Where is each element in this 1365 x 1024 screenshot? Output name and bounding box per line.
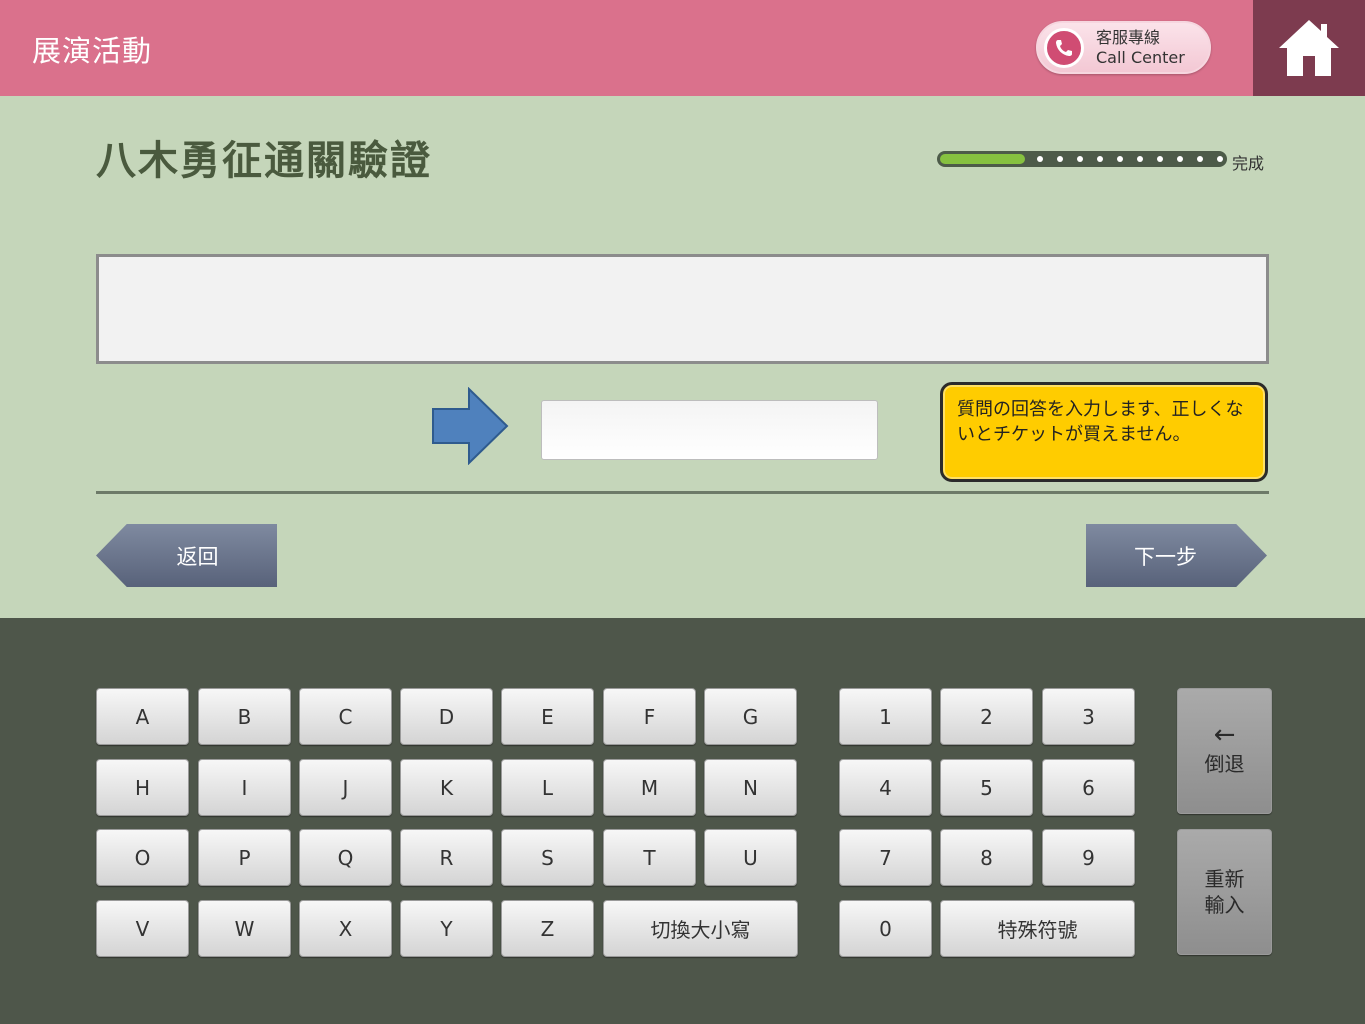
key-y[interactable]: Y [400,900,493,957]
key-u[interactable]: U [704,829,797,886]
key-q[interactable]: Q [299,829,392,886]
reset-input-key[interactable]: 重新輸入 [1177,829,1272,955]
key-b[interactable]: B [198,688,291,745]
key-v[interactable]: V [96,900,189,957]
key-2[interactable]: 2 [940,688,1033,745]
key-s[interactable]: S [501,829,594,886]
progress-steps [1037,156,1223,162]
on-screen-keyboard: A B C D E F G H I J K L M N O P Q R S T … [0,618,1365,1024]
progress-fill [940,154,1025,164]
key-h[interactable]: H [96,759,189,816]
call-center-label-en: Call Center [1096,48,1185,67]
backspace-arrow-icon: ← [1213,720,1236,750]
special-symbols-key[interactable]: 特殊符號 [940,900,1135,957]
key-x[interactable]: X [299,900,392,957]
key-c[interactable]: C [299,688,392,745]
header-title: 展演活動 [32,34,153,68]
key-m[interactable]: M [603,759,696,816]
key-d[interactable]: D [400,688,493,745]
progress-bar [937,151,1227,167]
toggle-case-key[interactable]: 切換大小寫 [603,900,798,957]
hint-callout: 質問の回答を入力します、正しくないとチケットが買えません。 [940,382,1268,482]
key-t[interactable]: T [603,829,696,886]
key-0[interactable]: 0 [839,900,932,957]
call-center-button[interactable]: 客服專線 Call Center [1036,21,1211,74]
key-f[interactable]: F [603,688,696,745]
progress-label: 完成 [1232,154,1265,173]
key-z[interactable]: Z [501,900,594,957]
next-button[interactable]: 下一步 [1086,524,1267,587]
phone-icon [1044,28,1084,68]
key-g[interactable]: G [704,688,797,745]
key-p[interactable]: P [198,829,291,886]
key-5[interactable]: 5 [940,759,1033,816]
backspace-label: 倒退 [1204,752,1245,776]
key-r[interactable]: R [400,829,493,886]
answer-input[interactable] [541,400,878,460]
backspace-key[interactable]: ← 倒退 [1177,688,1272,814]
key-e[interactable]: E [501,688,594,745]
key-o[interactable]: O [96,829,189,886]
home-button[interactable] [1253,0,1365,96]
call-center-label-zh: 客服專線 [1096,28,1161,47]
key-l[interactable]: L [501,759,594,816]
key-n[interactable]: N [704,759,797,816]
header-bar: 展演活動 客服專線 Call Center [0,0,1365,96]
key-9[interactable]: 9 [1042,829,1135,886]
page-title: 八木勇征通關驗證 [96,138,432,184]
key-6[interactable]: 6 [1042,759,1135,816]
key-8[interactable]: 8 [940,829,1033,886]
key-7[interactable]: 7 [839,829,932,886]
key-j[interactable]: J [299,759,392,816]
key-w[interactable]: W [198,900,291,957]
key-1[interactable]: 1 [839,688,932,745]
back-button[interactable]: 返回 [96,524,277,587]
key-3[interactable]: 3 [1042,688,1135,745]
key-4[interactable]: 4 [839,759,932,816]
home-icon [1279,20,1339,76]
divider [96,491,1269,494]
arrow-right-icon [432,387,509,465]
key-i[interactable]: I [198,759,291,816]
key-a[interactable]: A [96,688,189,745]
key-k[interactable]: K [400,759,493,816]
question-box [96,254,1269,364]
